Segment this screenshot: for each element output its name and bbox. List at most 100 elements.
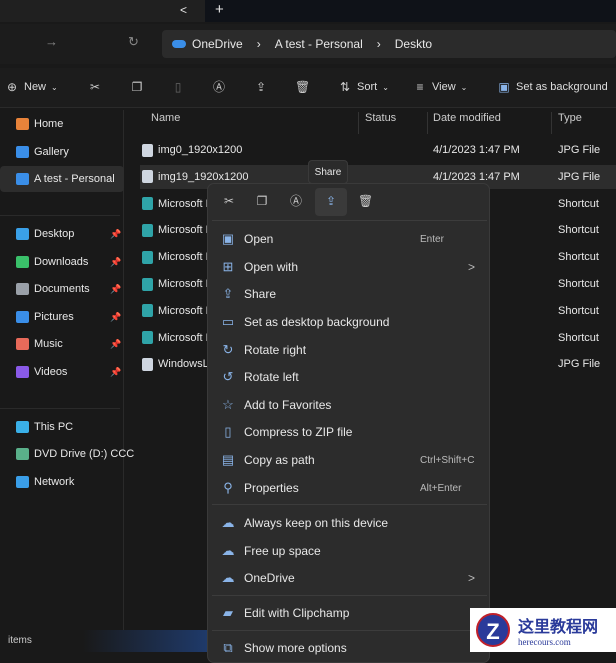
menu-item[interactable]: ⊞ Open with > (208, 254, 491, 280)
menu-item[interactable]: ⚲ Properties Alt+Enter (208, 475, 491, 501)
pin-icon[interactable]: 📌 (110, 229, 121, 240)
folder-icon (16, 311, 29, 323)
paste-icon[interactable]: ▯ (171, 80, 185, 94)
set-background-button[interactable]: ▣ Set as background (497, 80, 607, 94)
column-date[interactable]: Date modified (433, 112, 501, 136)
view-button[interactable]: ≡ View ⌄ (413, 80, 467, 94)
sidebar-item[interactable]: DVD Drive (D:) CCC (16, 448, 134, 460)
sort-icon: ⇅ (339, 80, 351, 94)
menu-item[interactable]: ☆ Add to Favorites (208, 392, 491, 418)
file-icon (142, 277, 153, 291)
menu-item[interactable]: ▰ Edit with Clipchamp (208, 600, 491, 626)
menu-item[interactable]: ↺ Rotate left (208, 364, 491, 390)
tab-scroll-left[interactable]: < (180, 3, 187, 17)
copy-icon[interactable]: ❐ (130, 80, 144, 94)
pin-icon[interactable]: 📌 (110, 367, 121, 378)
menu-icon: ⧉ (223, 640, 233, 655)
rename-icon[interactable]: Ⓐ (289, 194, 303, 208)
chevron-right-icon: > (468, 260, 476, 274)
file-row[interactable]: img0_1920x1200 4/1/2023 1:47 PM JPG File (140, 138, 616, 162)
chevron-right-icon: › (256, 37, 261, 51)
plus-circle-icon: ⊕ (6, 80, 18, 94)
column-status[interactable]: Status (365, 112, 396, 136)
column-name[interactable]: Name (151, 112, 180, 136)
breadcrumb[interactable]: OneDrive › A test - Personal › Deskto (162, 30, 616, 58)
context-menu: ✂ ❐ Ⓐ ⇪ 🗑 ▣ Open Enter ⊞ Open with > ⇪ Share ▭ Se… (207, 183, 490, 663)
folder-icon (16, 283, 29, 295)
menu-icon: ⇪ (222, 286, 234, 301)
menu-icon: ↺ (222, 369, 234, 384)
sidebar-item[interactable]: Videos (16, 366, 67, 378)
share-tooltip: Share (308, 160, 348, 184)
menu-separator (212, 630, 487, 631)
file-icon (142, 304, 153, 318)
sidebar-item[interactable]: Downloads (16, 256, 88, 268)
menu-item[interactable]: ☁ Free up space (208, 538, 491, 564)
copy-icon[interactable]: ❐ (255, 194, 269, 208)
menu-separator (212, 595, 487, 596)
file-icon (142, 170, 153, 184)
menu-item[interactable]: ☁ Always keep on this device (208, 510, 491, 536)
pin-icon[interactable]: 📌 (110, 257, 121, 268)
pin-icon[interactable]: 📌 (110, 312, 121, 323)
sidebar-item[interactable]: Home (16, 118, 63, 130)
new-tab-button[interactable]: + (215, 1, 224, 18)
menu-item[interactable]: ⇪ Share (208, 281, 491, 307)
folder-icon (16, 476, 29, 488)
delete-icon[interactable]: 🗑 (295, 80, 310, 94)
menu-item[interactable]: ▤ Copy as path Ctrl+Shift+C (208, 447, 491, 473)
sidebar-item[interactable]: Music (16, 338, 63, 350)
tab[interactable]: < (0, 0, 205, 22)
menu-icon: ↻ (222, 342, 234, 357)
breadcrumb-item[interactable]: Deskto (395, 37, 432, 51)
new-button[interactable]: ⊕ New ⌄ (5, 80, 58, 94)
share-icon[interactable]: ⇪ (254, 80, 268, 94)
pin-icon[interactable]: 📌 (110, 284, 121, 295)
file-icon (142, 250, 153, 264)
share-icon[interactable]: ⇪ (324, 194, 338, 208)
folder-icon (16, 421, 29, 433)
menu-item[interactable]: ▭ Set as desktop background (208, 309, 491, 335)
folder-icon (16, 146, 29, 158)
breadcrumb-item[interactable]: A test - Personal (275, 37, 363, 51)
menu-icon: ▯ (224, 424, 232, 439)
view-icon: ≡ (416, 80, 424, 94)
sidebar-item[interactable]: Desktop (16, 228, 74, 240)
cut-icon[interactable]: ✂ (222, 194, 236, 208)
file-icon (142, 331, 153, 345)
menu-separator (212, 504, 487, 505)
menu-icon: ☁ (221, 570, 235, 585)
menu-item[interactable]: ▣ Open Enter (208, 226, 491, 252)
pin-icon[interactable]: 📌 (110, 339, 121, 350)
watermark-logo: Z 这里教程网 herecours.com (470, 608, 616, 652)
chevron-right-icon: > (468, 571, 476, 585)
menu-item[interactable]: ▯ Compress to ZIP file (208, 419, 491, 445)
menu-item[interactable]: ↻ Rotate right (208, 337, 491, 363)
menu-icon: ▰ (223, 605, 233, 620)
status-bar: items (0, 630, 207, 652)
menu-item[interactable]: ⧉ Show more options (208, 635, 491, 661)
refresh-icon[interactable]: ↻ (128, 34, 139, 50)
menu-icon: ☁ (221, 515, 235, 530)
menu-item[interactable]: ☁ OneDrive > (208, 565, 491, 591)
folder-icon (16, 338, 29, 350)
cut-icon[interactable]: ✂ (88, 80, 102, 94)
sidebar-item[interactable]: This PC (16, 421, 73, 433)
menu-icon: ▣ (221, 231, 235, 246)
column-type[interactable]: Type (558, 112, 582, 136)
file-icon (142, 357, 153, 371)
onedrive-icon (172, 40, 186, 48)
sidebar-item[interactable]: Documents (16, 283, 90, 295)
sidebar-item[interactable]: Network (16, 476, 74, 488)
sidebar-item[interactable]: Gallery (16, 146, 69, 158)
menu-icon: ▭ (221, 314, 235, 329)
rename-icon[interactable]: Ⓐ (212, 80, 226, 94)
menu-icon: ☁ (221, 543, 235, 558)
sort-button[interactable]: ⇅ Sort ⌄ (338, 80, 389, 94)
forward-icon[interactable]: → (45, 34, 58, 49)
delete-icon[interactable]: 🗑 (358, 194, 373, 208)
menu-icon: ⊞ (222, 259, 234, 274)
breadcrumb-item[interactable]: OneDrive (192, 37, 243, 51)
sidebar-item[interactable]: Pictures (16, 311, 74, 323)
sidebar-item[interactable]: A test - Personal (16, 173, 115, 185)
